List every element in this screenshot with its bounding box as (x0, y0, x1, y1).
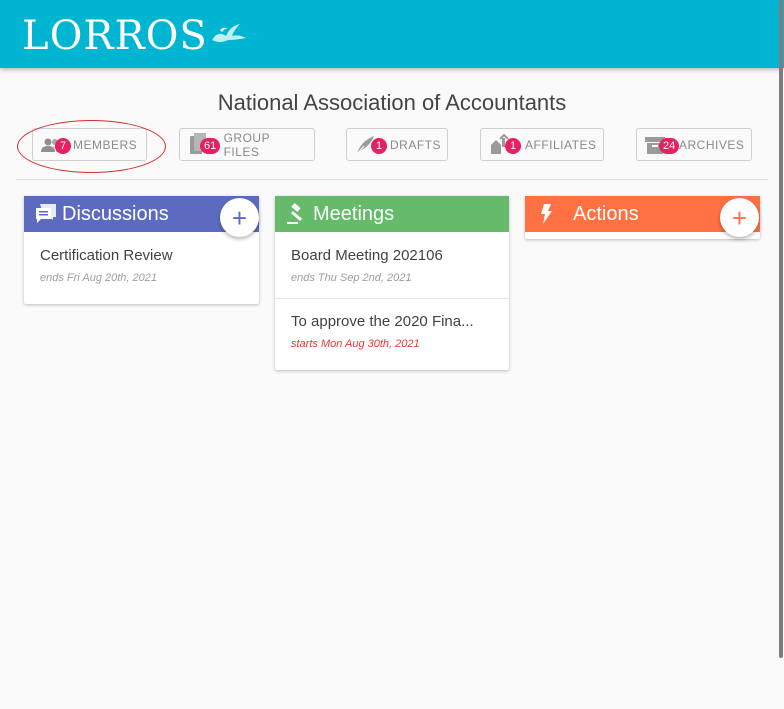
tab-affiliates-label: AFFILIATES (525, 137, 597, 152)
tab-archives[interactable]: 24 ARCHIVES (636, 128, 752, 161)
gavel-icon (285, 202, 309, 226)
discussion-title: Certification Review (40, 246, 173, 264)
tab-drafts-label: DRAFTS (390, 137, 441, 152)
add-discussion-button[interactable]: + (220, 198, 259, 237)
affiliates-count-badge: 1 (505, 137, 521, 154)
tab-drafts[interactable]: 1 DRAFTS (346, 128, 448, 161)
app-header: LORROS (0, 0, 784, 68)
logo-text: LORROS (22, 13, 208, 59)
meeting-title: To approve the 2020 Fina... (291, 313, 474, 330)
discussions-column: Discussions + Certification Review ends … (24, 196, 259, 304)
actions-title: Actions (573, 202, 639, 225)
discussion-deadline: ends Fri Aug 20th, 2021 (40, 271, 158, 284)
tab-group-files[interactable]: 61 GROUP FILES (179, 128, 315, 161)
actions-column: Actions + (525, 196, 760, 239)
chat-icon (34, 202, 58, 226)
drafts-count-badge: 1 (371, 137, 387, 154)
discussions-header: Discussions + (24, 196, 259, 237)
tabs-divider (16, 179, 768, 180)
tab-affiliates[interactable]: 1 AFFILIATES (480, 128, 604, 161)
meeting-title: Board Meeting 202106 (291, 246, 443, 264)
birds-icon (211, 24, 246, 42)
archive-icon: 24 (643, 133, 680, 157)
discussions-title: Discussions (62, 202, 169, 225)
list-item[interactable]: Board Meeting 202106 ends Thu Sep 2nd, 2… (275, 232, 509, 298)
tab-files-label: GROUP FILES (223, 130, 270, 159)
lorros-logo[interactable]: LORROS (22, 6, 248, 56)
files-count-badge: 61 (200, 137, 221, 154)
meeting-start-date: starts Mon Aug 30th, 2021 (291, 338, 420, 350)
files-icon: 61 (186, 132, 221, 157)
affiliates-icon: 1 (487, 133, 521, 157)
members-highlight-annotation (17, 120, 166, 173)
actions-header: Actions + (525, 196, 760, 237)
meetings-title: Meetings (313, 202, 395, 225)
tab-archives-label: ARCHIVES (679, 137, 745, 152)
archives-count-badge: 24 (659, 137, 680, 154)
meeting-deadline: ends Thu Sep 2nd, 2021 (291, 271, 412, 284)
add-action-button[interactable]: + (720, 198, 759, 237)
list-item[interactable]: To approve the 2020 Fina... starts Mon A… (275, 298, 509, 364)
lightning-icon (535, 202, 559, 226)
list-item[interactable]: Certification Review ends Fri Aug 20th, … (24, 232, 259, 298)
page-title: National Association of Accountants (217, 90, 567, 115)
quill-icon: 1 (353, 133, 387, 157)
meetings-column: Meetings Board Meeting 202106 ends Thu S… (275, 196, 509, 370)
meetings-header: Meetings (275, 196, 509, 232)
